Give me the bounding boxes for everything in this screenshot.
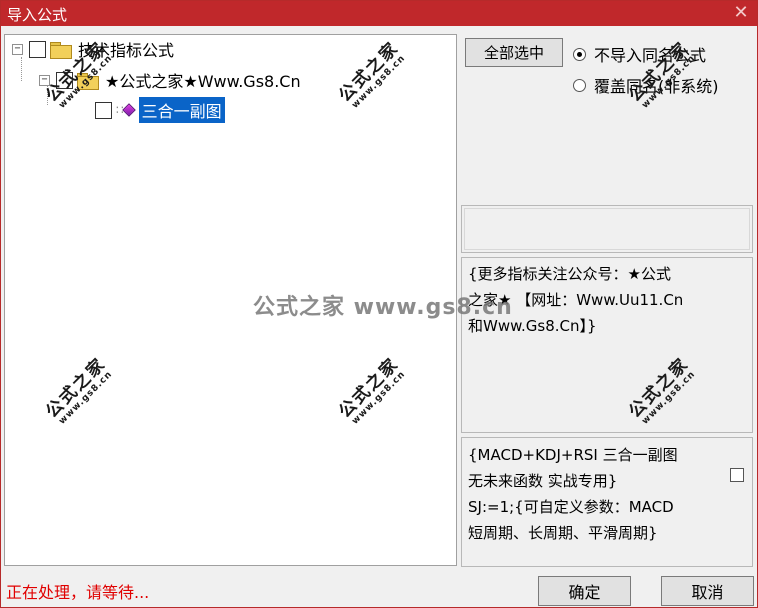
tree-node-root[interactable]: − 技术指标公式 bbox=[12, 37, 174, 61]
info-box: {更多指标关注公众号：★公式 之家★ 【网址：Www.Uu11.Cn 和Www.… bbox=[461, 257, 753, 433]
status-message: 正在处理，请等待... bbox=[6, 583, 150, 602]
detail-checkbox[interactable] bbox=[730, 468, 744, 482]
tree-node-leaf[interactable]: ∷ 三合一副图 bbox=[95, 97, 225, 123]
formula-gem-icon bbox=[121, 103, 136, 117]
radio-skip-label: 不导入同名公式 bbox=[594, 46, 707, 65]
empty-field-inner bbox=[464, 208, 750, 250]
radio-overwrite-indicator[interactable] bbox=[573, 78, 586, 92]
tree-node-leaf-label: 三合一副图 bbox=[138, 97, 225, 123]
checkbox-root[interactable] bbox=[29, 40, 46, 58]
checkbox-group[interactable] bbox=[56, 71, 73, 89]
detail-line-1: {MACD+KDJ+RSI 三合一副图 bbox=[468, 446, 678, 464]
detail-line-4: 短周期、长周期、平滑周期} bbox=[468, 524, 658, 542]
radio-overwrite[interactable]: 覆盖同名(非系统) bbox=[573, 73, 719, 97]
detail-line-2: 无未来函数 实战专用} bbox=[468, 472, 618, 490]
tree-node-group-label: ★公式之家★Www.Gs8.Cn bbox=[105, 72, 301, 91]
collapse-toggle-group[interactable]: − bbox=[39, 74, 50, 86]
empty-field bbox=[461, 205, 753, 253]
detail-box: {MACD+KDJ+RSI 三合一副图 无未来函数 实战专用} SJ:=1;{可… bbox=[461, 437, 753, 567]
radio-overwrite-label: 覆盖同名(非系统) bbox=[594, 77, 719, 96]
ok-button[interactable]: 确定 bbox=[538, 576, 631, 606]
cancel-button[interactable]: 取消 bbox=[661, 576, 754, 606]
checkbox-leaf[interactable] bbox=[95, 101, 112, 119]
radio-skip-indicator[interactable] bbox=[573, 47, 586, 61]
window-title: 导入公式 bbox=[7, 6, 68, 24]
formula-tree[interactable]: − 技术指标公式 − ★公式之家★Www.Gs8.Cn ∷ 三合一副图 bbox=[4, 34, 457, 566]
info-line-1: {更多指标关注公众号：★公式 bbox=[468, 265, 671, 283]
title-bar[interactable]: 导入公式 ✕ bbox=[1, 1, 757, 26]
info-line-3: 和Www.Gs8.Cn】} bbox=[468, 317, 597, 335]
info-line-2: 之家★ 【网址：Www.Uu11.Cn bbox=[468, 291, 684, 309]
folder-icon bbox=[50, 41, 72, 59]
tree-dots: ∷ bbox=[116, 103, 124, 117]
folder-icon bbox=[77, 72, 99, 90]
tree-node-group[interactable]: − ★公式之家★Www.Gs8.Cn bbox=[39, 68, 301, 92]
tree-node-root-label: 技术指标公式 bbox=[78, 41, 175, 60]
import-formula-dialog: 导入公式 ✕ − 技术指标公式 − ★公式之家★Www.Gs8.Cn ∷ 三合一… bbox=[0, 0, 758, 608]
radio-skip-duplicates[interactable]: 不导入同名公式 bbox=[573, 42, 706, 66]
select-all-button[interactable]: 全部选中 bbox=[465, 38, 563, 67]
detail-line-3: SJ:=1;{可自定义参数：MACD bbox=[468, 498, 674, 516]
collapse-toggle-root[interactable]: − bbox=[12, 43, 23, 55]
close-icon[interactable]: ✕ bbox=[731, 2, 751, 24]
